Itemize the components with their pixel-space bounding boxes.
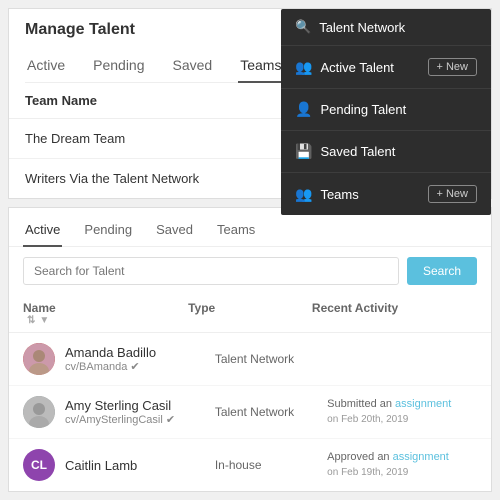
teams-new-button[interactable]: + New [428, 185, 478, 203]
table-header: Name ⇅ ▼ Type Recent Activity [9, 295, 491, 333]
talent-name-col: Amanda Badillo cv/BAmanda ✔ [65, 345, 215, 373]
dropdown-teams[interactable]: 👥 Teams + New [281, 173, 491, 215]
talent-name: Amanda Badillo [65, 345, 215, 360]
top-panel: Manage Talent Active Pending Saved Teams… [8, 8, 492, 199]
activity-link[interactable]: assignment [395, 398, 451, 410]
app-container: Manage Talent Active Pending Saved Teams… [0, 0, 500, 500]
avatar: CL [23, 449, 55, 481]
users-icon: 👥 [295, 59, 312, 76]
avatar [23, 396, 55, 428]
verified-icon: ✔ [166, 413, 175, 426]
tab-saved[interactable]: Saved [171, 49, 215, 83]
bottom-tab-pending[interactable]: Pending [82, 218, 134, 247]
search-button[interactable]: Search [407, 257, 477, 285]
activity-date: on Feb 20th, 2019 [327, 414, 408, 425]
sort-icon: ⇅ [27, 315, 35, 326]
bottom-panel: Active Pending Saved Teams Search Name ⇅… [8, 207, 492, 492]
bottom-tab-teams[interactable]: Teams [215, 218, 257, 247]
dropdown-pending-talent[interactable]: 👤 Pending Talent [281, 89, 491, 131]
talent-activity: Approved an assignment on Feb 19th, 2019 [327, 450, 477, 481]
talent-name-col: Caitlin Lamb [65, 458, 215, 473]
dropdown-item-left: 👥 Teams [295, 186, 359, 203]
tab-teams[interactable]: Teams [238, 49, 283, 83]
bottom-tab-active[interactable]: Active [23, 218, 62, 247]
avatar [23, 343, 55, 375]
talent-type: Talent Network [215, 405, 327, 419]
activity-link[interactable]: assignment [393, 451, 449, 463]
table-row: CL Caitlin Lamb In-house Approved an ass… [9, 439, 491, 491]
saved-icon: 💾 [295, 143, 312, 160]
talent-name-col: Amy Sterling Casil cv/AmySterlingCasil ✔ [65, 398, 215, 426]
talent-type: In-house [215, 458, 327, 472]
talent-handle: cv/AmySterlingCasil ✔ [65, 413, 215, 426]
dropdown-active-talent-label: Active Talent [320, 60, 393, 75]
dropdown-item-left: 👥 Active Talent [295, 59, 394, 76]
search-icon: 🔍 [295, 19, 311, 35]
dropdown-teams-label: Teams [320, 187, 358, 202]
talent-name: Caitlin Lamb [65, 458, 215, 473]
verified-icon: ✔ [130, 360, 139, 373]
talent-activity: Submitted an assignment on Feb 20th, 201… [327, 397, 477, 428]
column-activity: Recent Activity [312, 301, 477, 326]
column-type: Type [188, 301, 312, 326]
tab-active[interactable]: Active [25, 49, 67, 83]
dropdown-overlay: 🔍 Talent Network 👥 Active Talent + New 👤… [281, 9, 491, 215]
sort-icons: ⇅ ▼ [27, 315, 188, 326]
talent-name: Amy Sterling Casil [65, 398, 215, 413]
talent-handle: cv/BAmanda ✔ [65, 360, 215, 373]
search-bar-row: Search [9, 247, 491, 295]
bottom-tab-saved[interactable]: Saved [154, 218, 195, 247]
search-input[interactable] [23, 257, 399, 285]
dropdown-item-left: 💾 Saved Talent [295, 143, 395, 160]
dropdown-active-talent[interactable]: 👥 Active Talent + New [281, 46, 491, 89]
table-row: Amanda Badillo cv/BAmanda ✔ Talent Netwo… [9, 333, 491, 386]
tab-pending[interactable]: Pending [91, 49, 146, 83]
dropdown-item-left: 👤 Pending Talent [295, 101, 406, 118]
filter-icon: ▼ [39, 315, 49, 326]
active-talent-new-button[interactable]: + New [428, 58, 478, 76]
dropdown-pending-talent-label: Pending Talent [320, 102, 406, 117]
dropdown-saved-talent-label: Saved Talent [320, 144, 395, 159]
user-pending-icon: 👤 [295, 101, 312, 118]
teams-icon: 👥 [295, 186, 312, 203]
column-name: Name ⇅ ▼ [23, 301, 188, 326]
activity-date: on Feb 19th, 2019 [327, 467, 408, 478]
dropdown-talent-network[interactable]: 🔍 Talent Network [281, 9, 491, 46]
talent-type: Talent Network [215, 352, 327, 366]
dropdown-saved-talent[interactable]: 💾 Saved Talent [281, 131, 491, 173]
table-row: Amy Sterling Casil cv/AmySterlingCasil ✔… [9, 386, 491, 439]
dropdown-talent-network-label: Talent Network [319, 20, 405, 35]
talent-list: Amanda Badillo cv/BAmanda ✔ Talent Netwo… [9, 333, 491, 491]
